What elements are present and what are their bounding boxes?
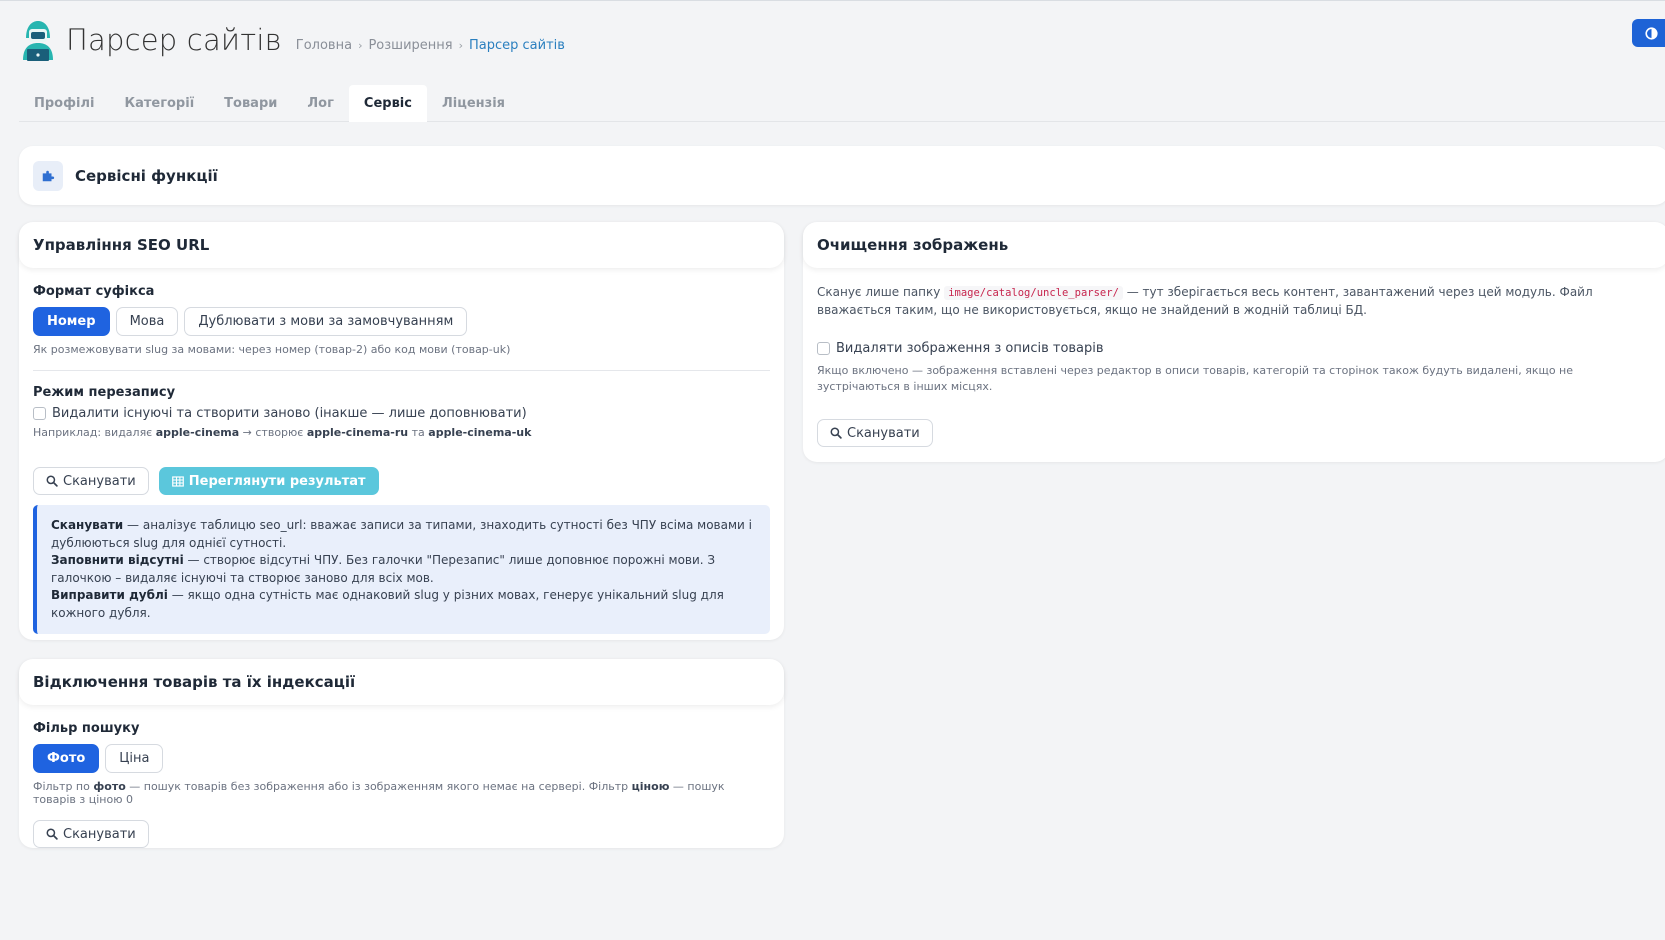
suffix-format-group: Номер Мова Дублювати з мови за замовчува… xyxy=(33,307,770,336)
seo-url-card: Управління SEO URL Формат суфікса Номер … xyxy=(19,222,784,640)
service-title: Сервісні функції xyxy=(75,166,218,185)
filter-help-price: ціною xyxy=(631,780,670,793)
info-fix-title: Виправити дублі xyxy=(51,588,168,602)
disable-products-card: Відключення товарів та їх індексації Філ… xyxy=(19,659,784,848)
breadcrumb-current[interactable]: Парсер сайтів xyxy=(469,38,565,53)
search-filter-label: Фільр пошуку xyxy=(33,721,140,736)
disable-actions: Сканувати xyxy=(33,820,770,848)
example-new-slug-ru: apple-cinema-ru xyxy=(306,426,409,439)
filter-help-1: Фільтр по xyxy=(33,780,90,793)
images-card-title: Очищення зображень xyxy=(803,222,1665,268)
suffix-language-button[interactable]: Мова xyxy=(115,307,179,336)
image-cleanup-card: Очищення зображень Сканує лише папку ima… xyxy=(803,222,1665,462)
filter-help-photo: фото xyxy=(93,780,126,793)
disable-scan-label: Сканувати xyxy=(63,826,136,842)
top-border xyxy=(0,0,1665,1)
images-folder-path: image/catalog/uncle_parser/ xyxy=(944,286,1123,300)
disable-scan-button[interactable]: Сканувати xyxy=(33,820,149,848)
view-result-label: Переглянути результат xyxy=(188,473,366,489)
info-scan-text: — аналізує таблицю seo_url: вважає запис… xyxy=(51,518,752,550)
chevron-right-icon: › xyxy=(358,38,363,52)
images-description: Сканує лише папку image/catalog/uncle_pa… xyxy=(817,284,1655,319)
images-scan-button[interactable]: Сканувати xyxy=(817,419,933,447)
tab-profiles[interactable]: Профілі xyxy=(19,85,109,122)
seo-scan-button[interactable]: Сканувати xyxy=(33,467,149,495)
tab-products[interactable]: Товари xyxy=(209,85,292,122)
images-actions: Сканувати xyxy=(817,419,1655,447)
tab-license[interactable]: Ліцензія xyxy=(427,85,520,122)
suffix-format-label: Формат суфікса xyxy=(33,284,155,299)
example-arrow: → створює xyxy=(242,426,304,439)
example-and: та xyxy=(411,426,425,439)
overwrite-example: Наприклад: видаляє apple-cinema → створю… xyxy=(33,426,770,439)
tab-log[interactable]: Лог xyxy=(292,85,349,122)
delete-desc-images-checkbox[interactable] xyxy=(817,342,830,355)
info-fill-title: Заповнити відсутні xyxy=(51,553,184,567)
disable-card-title: Відключення товарів та їх індексації xyxy=(19,659,784,705)
example-old-slug: apple-cinema xyxy=(155,426,240,439)
filter-photo-button[interactable]: Фото xyxy=(33,744,100,773)
search-icon xyxy=(46,475,58,487)
suffix-number-button[interactable]: Номер xyxy=(33,307,110,336)
seo-scan-label: Сканувати xyxy=(63,473,136,489)
service-header-card: Сервісні функції xyxy=(19,146,1665,205)
info-fix: Виправити дублі — якщо одна сутність має… xyxy=(51,587,756,622)
overwrite-checkbox-row[interactable]: Видалити існуючі та створити заново (іна… xyxy=(33,406,770,421)
breadcrumb-home[interactable]: Головна xyxy=(296,38,352,53)
info-scan-title: Сканувати xyxy=(51,518,124,532)
hacker-logo-icon xyxy=(23,21,53,61)
search-filter-group: Фото Ціна xyxy=(33,744,770,773)
chevron-right-icon: › xyxy=(458,38,463,52)
breadcrumb: Головна › Розширення › Парсер сайтів xyxy=(296,38,565,53)
seo-actions: Сканувати Переглянути результат xyxy=(33,467,770,495)
images-text-1: Сканує лише папку xyxy=(817,285,941,299)
tab-service[interactable]: Сервіс xyxy=(348,85,427,122)
delete-desc-images-row[interactable]: Видаляти зображення з описів товарів xyxy=(817,341,1655,356)
suffix-help-text: Як розмежовувати slug за мовами: через н… xyxy=(33,343,511,356)
view-result-button[interactable]: Переглянути результат xyxy=(158,467,379,495)
filter-help-text: Фільтр по фото — пошук товарів без зобра… xyxy=(33,780,770,806)
info-scan: Сканувати — аналізує таблицю seo_url: вв… xyxy=(51,517,756,552)
delete-desc-images-help: Якщо включено — зображення вставлені чер… xyxy=(817,364,1574,393)
seo-card-title: Управління SEO URL xyxy=(19,222,784,268)
tab-categories[interactable]: Категорії xyxy=(109,85,209,122)
overwrite-checkbox-label: Видалити існуючі та створити заново (іна… xyxy=(52,406,527,421)
search-icon xyxy=(46,828,58,840)
images-scan-label: Сканувати xyxy=(847,425,920,441)
divider xyxy=(33,370,770,371)
page-header: Парсер сайтів Головна › Розширення › Пар… xyxy=(20,16,1665,64)
page-title: Парсер сайтів xyxy=(66,23,282,57)
seo-info-box: Сканувати — аналізує таблицю seo_url: вв… xyxy=(33,505,770,634)
contrast-icon xyxy=(1644,26,1658,40)
puzzle-icon xyxy=(33,160,63,191)
info-fill: Заповнити відсутні — створює відсутні ЧП… xyxy=(51,552,756,587)
overwrite-mode-label: Режим перезапису xyxy=(33,385,176,400)
theme-toggle-button[interactable] xyxy=(1632,19,1665,47)
table-icon xyxy=(171,475,184,487)
example-new-slug-uk: apple-cinema-uk xyxy=(428,426,532,439)
example-prefix: Наприклад: видаляє xyxy=(33,426,153,439)
filter-help-2: — пошук товарів без зображення або із зо… xyxy=(129,780,629,793)
overwrite-checkbox[interactable] xyxy=(33,407,46,420)
suffix-duplicate-button[interactable]: Дублювати з мови за замовчуванням xyxy=(184,307,468,336)
filter-price-button[interactable]: Ціна xyxy=(105,744,164,773)
search-icon xyxy=(830,427,842,439)
delete-desc-images-label: Видаляти зображення з описів товарів xyxy=(836,341,1104,356)
breadcrumb-extensions[interactable]: Розширення xyxy=(368,38,452,53)
tab-bar: Профілі Категорії Товари Лог Сервіс Ліце… xyxy=(19,85,1665,122)
